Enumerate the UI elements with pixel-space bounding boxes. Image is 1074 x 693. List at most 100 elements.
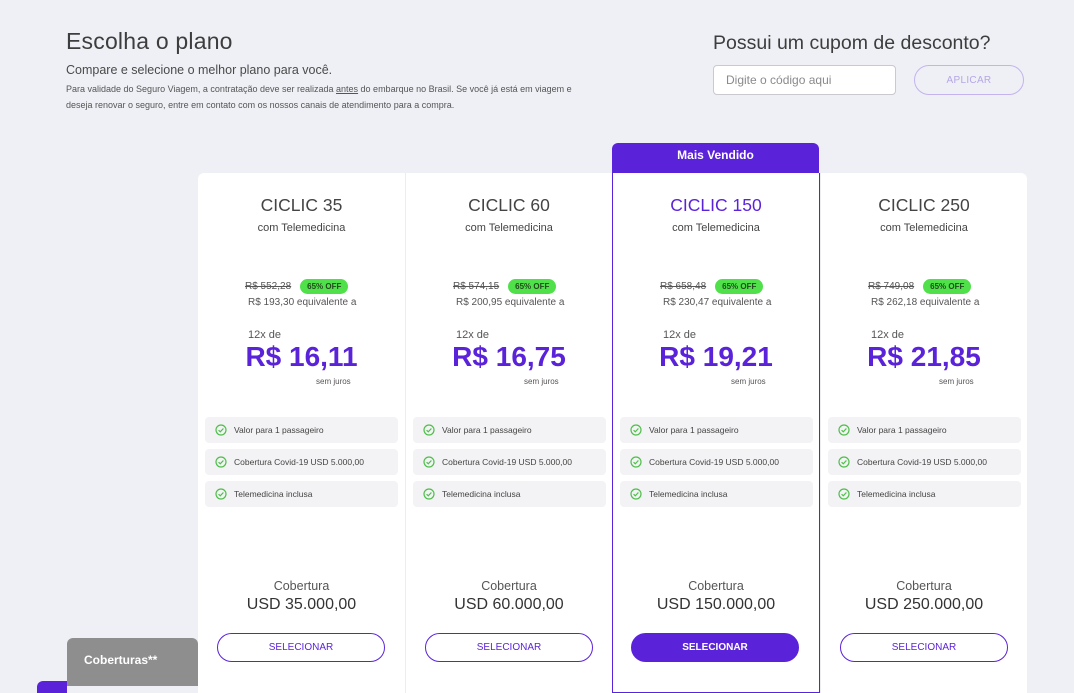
- plan-card-ciclic-250: CICLIC 250 com Telemedicina R$ 749,08 65…: [820, 173, 1027, 693]
- coverage-label: Cobertura: [896, 579, 952, 593]
- coverage-value: USD 250.000,00: [864, 596, 984, 613]
- select-plan-button[interactable]: SELECIONAR: [840, 633, 1008, 662]
- check-circle-icon: [423, 456, 435, 468]
- feature-text: Valor para 1 passageiro: [234, 425, 324, 435]
- feature-text: Valor para 1 passageiro: [649, 425, 739, 435]
- check-circle-icon: [423, 488, 435, 500]
- plan-card-ciclic-150: CICLIC 150 com Telemedicina R$ 658,48 65…: [612, 173, 820, 693]
- accent-corner: [37, 681, 67, 693]
- installment-price: R$ 21,85: [867, 341, 981, 372]
- page-note: Para validade do Seguro Viagem, a contra…: [66, 81, 586, 113]
- feature-item: Cobertura Covid-19 USD 5.000,00: [620, 449, 813, 475]
- check-circle-icon: [630, 456, 642, 468]
- plan-subtitle: com Telemedicina: [880, 222, 968, 234]
- no-interest-label: sem juros: [731, 377, 766, 386]
- discount-badge: 65% OFF: [715, 279, 764, 294]
- select-plan-button[interactable]: SELECIONAR: [425, 633, 593, 662]
- coupon-row: APLICAR: [713, 65, 1033, 95]
- old-price: R$ 574,15: [453, 281, 500, 292]
- plan-name: CICLIC 250: [878, 195, 970, 215]
- coberturas-tab[interactable]: Coberturas**: [67, 638, 198, 686]
- no-interest-label: sem juros: [316, 377, 351, 386]
- installment-price: R$ 16,75: [452, 341, 566, 372]
- coverage-label: Cobertura: [273, 579, 330, 593]
- no-interest-label: sem juros: [524, 377, 559, 386]
- installment-price: R$ 19,21: [659, 341, 773, 372]
- installments-label: 12x de: [456, 329, 490, 341]
- plan-subtitle: com Telemedicina: [257, 222, 346, 234]
- old-price-row: R$ 574,15 65% OFF: [453, 279, 557, 294]
- check-circle-icon: [423, 424, 435, 436]
- old-price-row: R$ 749,08 65% OFF: [868, 279, 972, 294]
- feature-text: Telemedicina inclusa: [649, 489, 728, 499]
- feature-text: Telemedicina inclusa: [234, 489, 313, 499]
- check-circle-icon: [838, 488, 850, 500]
- check-circle-icon: [838, 424, 850, 436]
- installments-label: 12x de: [248, 329, 282, 341]
- check-circle-icon: [215, 424, 227, 436]
- coupon-code-input[interactable]: [713, 65, 896, 95]
- feature-list: Valor para 1 passageiro Cobertura Covid-…: [205, 417, 398, 513]
- feature-list: Valor para 1 passageiro Cobertura Covid-…: [413, 417, 606, 513]
- feature-item: Telemedicina inclusa: [205, 481, 398, 507]
- coupon-title: Possui um cupom de desconto?: [713, 32, 991, 54]
- plan-subtitle: com Telemedicina: [672, 222, 760, 234]
- installments-label: 12x de: [871, 329, 905, 341]
- coverage-label: Cobertura: [688, 579, 744, 593]
- installment-price: R$ 16,11: [245, 341, 358, 372]
- discount-badge: 65% OFF: [300, 279, 349, 294]
- plans-container: CICLIC 35 com Telemedicina R$ 552,28 65%…: [198, 173, 1027, 693]
- feature-text: Cobertura Covid-19 USD 5.000,00: [857, 457, 987, 467]
- feature-item: Valor para 1 passageiro: [828, 417, 1021, 443]
- old-price-row: R$ 552,28 65% OFF: [245, 279, 349, 294]
- discount-badge: 65% OFF: [923, 279, 972, 294]
- feature-list: Valor para 1 passageiro Cobertura Covid-…: [828, 417, 1021, 513]
- feature-text: Cobertura Covid-19 USD 5.000,00: [234, 457, 364, 467]
- feature-text: Cobertura Covid-19 USD 5.000,00: [442, 457, 572, 467]
- feature-item: Telemedicina inclusa: [620, 481, 813, 507]
- note-emphasis: antes: [336, 84, 359, 94]
- plan-card-ciclic-35: CICLIC 35 com Telemedicina R$ 552,28 65%…: [198, 173, 405, 693]
- plan-subtitle: com Telemedicina: [465, 222, 553, 234]
- page-subtitle: Compare e selecione o melhor plano para …: [66, 63, 333, 77]
- installments-label: 12x de: [663, 329, 697, 341]
- feature-item: Cobertura Covid-19 USD 5.000,00: [205, 449, 398, 475]
- check-circle-icon: [215, 456, 227, 468]
- equivalent-price: R$ 230,47 equivalente a: [663, 297, 772, 308]
- feature-item: Valor para 1 passageiro: [413, 417, 606, 443]
- check-circle-icon: [215, 488, 227, 500]
- check-circle-icon: [630, 424, 642, 436]
- equivalent-price: R$ 200,95 equivalente a: [456, 297, 565, 308]
- check-circle-icon: [630, 488, 642, 500]
- feature-item: Cobertura Covid-19 USD 5.000,00: [828, 449, 1021, 475]
- note-text-before: Para validade do Seguro Viagem, a contra…: [66, 84, 337, 94]
- coverage-label: Cobertura: [481, 579, 537, 593]
- equivalent-price: R$ 193,30 equivalente a: [248, 297, 357, 308]
- coverage-value: USD 150.000,00: [656, 596, 776, 613]
- feature-text: Valor para 1 passageiro: [857, 425, 947, 435]
- old-price: R$ 749,08: [868, 281, 915, 292]
- feature-text: Telemedicina inclusa: [857, 489, 936, 499]
- apply-coupon-button[interactable]: APLICAR: [914, 65, 1024, 95]
- header-section: Escolha o plano Compare e selecione o me…: [66, 28, 586, 113]
- plan-name: CICLIC 150: [670, 195, 762, 215]
- feature-item: Telemedicina inclusa: [413, 481, 606, 507]
- select-plan-button[interactable]: SELECIONAR: [631, 633, 799, 662]
- feature-text: Valor para 1 passageiro: [442, 425, 532, 435]
- best-seller-badge: Mais Vendido: [612, 143, 819, 173]
- plan-name: CICLIC 35: [260, 195, 343, 215]
- feature-text: Telemedicina inclusa: [442, 489, 521, 499]
- no-interest-label: sem juros: [939, 377, 974, 386]
- old-price-row: R$ 658,48 65% OFF: [660, 279, 764, 294]
- plan-name: CICLIC 60: [468, 195, 550, 215]
- old-price: R$ 658,48: [660, 281, 707, 292]
- equivalent-price: R$ 262,18 equivalente a: [871, 297, 980, 308]
- feature-item: Cobertura Covid-19 USD 5.000,00: [413, 449, 606, 475]
- coverage-value: USD 35.000,00: [246, 596, 357, 613]
- feature-item: Valor para 1 passageiro: [620, 417, 813, 443]
- discount-badge: 65% OFF: [508, 279, 557, 294]
- select-plan-button[interactable]: SELECIONAR: [217, 633, 385, 662]
- coverage-value: USD 60.000,00: [454, 596, 564, 613]
- page-title: Escolha o plano: [66, 28, 233, 54]
- check-circle-icon: [838, 456, 850, 468]
